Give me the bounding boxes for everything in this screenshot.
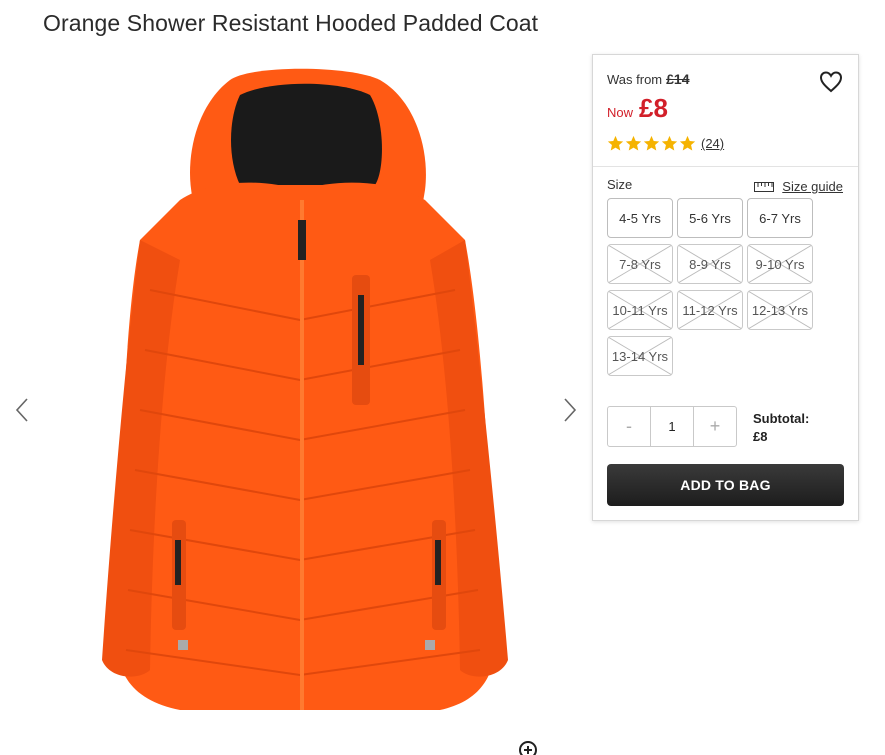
decrease-quantity-button[interactable]: - <box>608 407 650 446</box>
size-option-12-13-unavailable[interactable]: 12-13 Yrs <box>747 290 813 330</box>
now-value: £8 <box>639 93 668 123</box>
previous-image-button[interactable] <box>10 395 34 425</box>
size-guide-label: Size guide <box>782 179 843 194</box>
ruler-icon <box>754 181 775 192</box>
subtotal-label: Subtotal: <box>753 411 810 426</box>
was-value: £14 <box>666 71 690 87</box>
add-to-bag-button[interactable]: ADD TO BAG <box>607 464 844 506</box>
purchase-panel: Was from £14 Now £8 (24) Size Size guide … <box>592 54 859 521</box>
star-icon <box>625 135 642 151</box>
quantity-input[interactable]: 1 <box>650 407 694 446</box>
next-image-button[interactable] <box>558 395 582 425</box>
star-icon <box>643 135 660 151</box>
size-option-label: 4-5 Yrs <box>619 210 661 226</box>
size-option-4-5[interactable]: 4-5 Yrs <box>607 198 673 238</box>
size-guide-link[interactable]: Size guide <box>754 179 843 194</box>
was-label: Was from <box>607 72 663 87</box>
size-option-label: 8-9 Yrs <box>689 256 731 272</box>
size-option-11-12-unavailable[interactable]: 11-12 Yrs <box>677 290 743 330</box>
size-option-label: 13-14 Yrs <box>611 348 669 364</box>
star-icon <box>607 135 624 151</box>
star-icon <box>661 135 678 151</box>
reviews-link[interactable]: (24) <box>701 136 724 151</box>
product-title: Orange Shower Resistant Hooded Padded Co… <box>43 10 539 36</box>
product-image <box>102 68 508 710</box>
size-option-5-6[interactable]: 5-6 Yrs <box>677 198 743 238</box>
product-gallery <box>0 50 590 755</box>
size-label: Size <box>607 177 633 192</box>
heart-icon <box>819 71 843 93</box>
size-option-7-8-unavailable[interactable]: 7-8 Yrs <box>607 244 673 284</box>
size-option-8-9-unavailable[interactable]: 8-9 Yrs <box>677 244 743 284</box>
increase-quantity-button[interactable]: + <box>694 407 736 446</box>
size-option-9-10-unavailable[interactable]: 9-10 Yrs <box>747 244 813 284</box>
zoom-button[interactable] <box>518 740 540 755</box>
size-option-6-7[interactable]: 6-7 Yrs <box>747 198 813 238</box>
size-option-label: 6-7 Yrs <box>759 210 801 226</box>
subtotal: Subtotal: £8 <box>753 410 809 446</box>
star-icon <box>679 135 696 151</box>
now-label: Now <box>607 105 634 120</box>
quantity-stepper: - 1 + <box>607 406 737 447</box>
wishlist-button[interactable] <box>818 69 844 95</box>
now-price: Now £8 <box>607 93 668 124</box>
chevron-right-icon <box>564 398 577 422</box>
rating: (24) <box>607 135 724 152</box>
size-option-label: 12-13 Yrs <box>751 302 809 318</box>
chevron-left-icon <box>15 398 28 422</box>
zoom-in-icon <box>519 741 537 755</box>
divider <box>593 166 858 167</box>
size-option-13-14-unavailable[interactable]: 13-14 Yrs <box>607 336 673 376</box>
subtotal-value: £8 <box>753 429 768 444</box>
size-option-label: 10-11 Yrs <box>612 302 668 318</box>
size-option-label: 9-10 Yrs <box>755 256 805 272</box>
was-price: Was from £14 <box>607 71 690 87</box>
size-option-label: 5-6 Yrs <box>689 210 731 226</box>
size-option-label: 11-12 Yrs <box>682 302 738 318</box>
size-option-10-11-unavailable[interactable]: 10-11 Yrs <box>607 290 673 330</box>
size-option-label: 7-8 Yrs <box>619 256 661 272</box>
